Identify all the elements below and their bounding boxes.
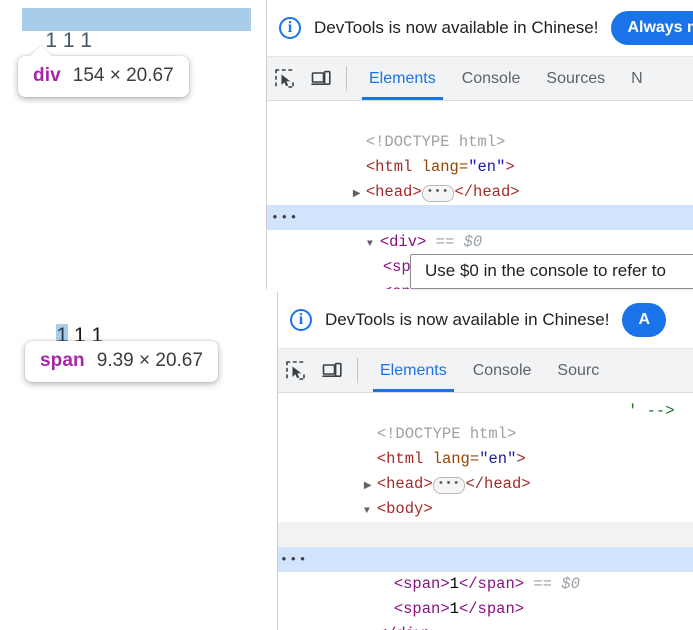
inspector-tooltip-tag-name: div bbox=[33, 65, 61, 87]
tab-console[interactable]: Console bbox=[449, 57, 534, 100]
tab-sources[interactable]: Sources bbox=[533, 57, 618, 100]
inspect-element-icon[interactable] bbox=[278, 349, 314, 392]
dom-row-html[interactable]: <html lang="en"> bbox=[267, 130, 693, 155]
dom-row-doctype[interactable]: <!DOCTYPE html> bbox=[267, 105, 693, 130]
inspector-tooltip-bottom: span 9.39 × 20.67 bbox=[25, 341, 218, 382]
inspect-element-icon[interactable] bbox=[267, 57, 303, 100]
info-circle-icon: i bbox=[279, 17, 301, 39]
tab-elements[interactable]: Elements bbox=[356, 57, 449, 100]
dom-row-span-2-selected[interactable]: •••<span>1</span> == $0 bbox=[278, 547, 693, 572]
inspector-tooltip-tag-name: span bbox=[40, 350, 85, 372]
dom-row-span-3[interactable]: <span>1</span> bbox=[278, 572, 693, 597]
tab-console[interactable]: Console bbox=[460, 349, 545, 392]
page-line-ones-top: 1 1 1 bbox=[22, 8, 251, 31]
inspector-tooltip-top: div 154 × 20.67 bbox=[18, 56, 189, 97]
dom-row-body[interactable]: ▼<body> bbox=[267, 180, 693, 205]
dom-row-div[interactable]: ▼<div> bbox=[278, 497, 693, 522]
device-toolbar-icon[interactable] bbox=[303, 57, 339, 100]
dom-tree-bottom: ' --> <!DOCTYPE html> <html lang="en"> ▶… bbox=[278, 393, 693, 630]
toolbar-divider bbox=[357, 358, 358, 383]
inspector-tooltip-dimensions: 154 × 20.67 bbox=[73, 65, 174, 87]
device-toolbar-icon[interactable] bbox=[314, 349, 350, 392]
banner-always-match-button[interactable]: Always m bbox=[611, 11, 693, 45]
tab-network[interactable]: N bbox=[618, 57, 656, 100]
inspector-tooltip-arrow-top bbox=[29, 46, 53, 57]
devtools-toolbar-bottom: Elements Console Sourc bbox=[278, 349, 693, 393]
dom-row-head[interactable]: ▶<head>•••</head> bbox=[267, 155, 693, 180]
info-circle-icon: i bbox=[290, 309, 312, 331]
dom-row-span-1[interactable]: <span>1</span> bbox=[278, 522, 693, 547]
dom-row-html[interactable]: <html lang="en"> bbox=[278, 422, 693, 447]
dom-tag-div-close: </div> bbox=[378, 625, 434, 630]
dom-row-body[interactable]: ▼<body> bbox=[278, 472, 693, 497]
devtools-panel-top: i DevTools is now available in Chinese! … bbox=[266, 0, 693, 289]
banner-always-match-button[interactable]: A bbox=[622, 303, 666, 337]
devtools-banner-top: i DevTools is now available in Chinese! … bbox=[267, 0, 693, 57]
dom-row-head[interactable]: ▶<head>•••</head> bbox=[278, 447, 693, 472]
inspector-tooltip-dimensions: 9.39 × 20.67 bbox=[97, 350, 203, 372]
selected-node-menu-badge[interactable]: ••• bbox=[282, 547, 306, 572]
dom-row-span-1[interactable]: <span>1</span> bbox=[267, 230, 693, 255]
devtools-panel-bottom: i DevTools is now available in Chinese! … bbox=[277, 292, 693, 630]
dom-row-div-selected[interactable]: •••▼<div> == $0 bbox=[267, 205, 693, 230]
dom-row-doctype[interactable]: <!DOCTYPE html> bbox=[278, 397, 693, 422]
console-ref-hint-tooltip: Use $0 in the console to refer to bbox=[410, 254, 693, 289]
banner-message: DevTools is now available in Chinese! bbox=[325, 310, 609, 330]
devtools-toolbar-top: Elements Console Sources N bbox=[267, 57, 693, 101]
dom-row-div-close[interactable]: </div> bbox=[278, 597, 693, 622]
tab-sources[interactable]: Sourc bbox=[544, 349, 612, 392]
selected-node-menu-badge[interactable]: ••• bbox=[273, 205, 297, 230]
tab-elements[interactable]: Elements bbox=[367, 349, 460, 392]
toolbar-divider bbox=[346, 66, 347, 91]
devtools-banner-bottom: i DevTools is now available in Chinese! … bbox=[278, 292, 693, 349]
banner-message: DevTools is now available in Chinese! bbox=[314, 18, 598, 38]
